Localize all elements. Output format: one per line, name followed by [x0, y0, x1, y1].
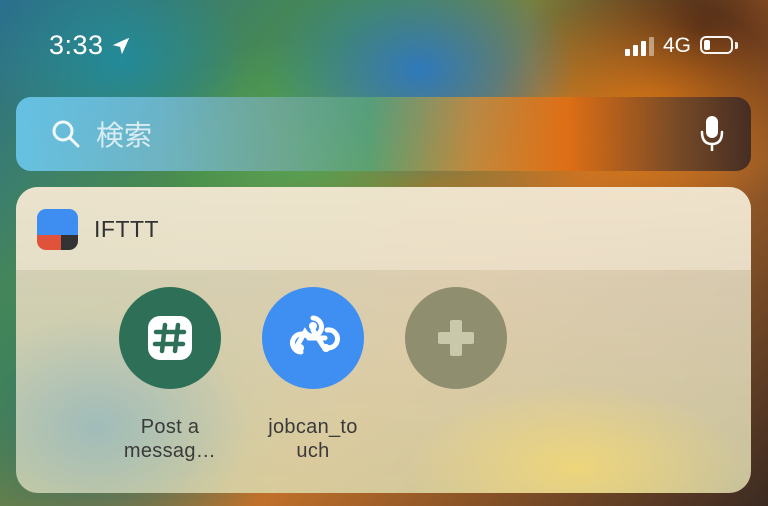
battery-icon	[700, 36, 740, 56]
applet-label: jobcan_to uch	[268, 416, 358, 462]
widget-title: IFTTT	[94, 216, 160, 242]
widget-header[interactable]: IFTTT	[16, 187, 751, 270]
plus-icon	[438, 320, 474, 356]
applet-jobcan-touch[interactable]: jobcan_to uch	[248, 287, 378, 463]
network-type: 4G	[662, 34, 691, 57]
time-label: 3:33	[49, 30, 104, 60]
microphone-icon[interactable]	[699, 115, 725, 153]
location-arrow-icon	[112, 37, 129, 54]
applet-label: Post a messag…	[123, 416, 217, 462]
search-input[interactable]	[94, 115, 678, 155]
status-indicators: 4G	[624, 34, 740, 58]
search-icon	[52, 120, 80, 148]
applet-button[interactable]	[119, 287, 221, 389]
status-bar: 3:33 4G	[0, 0, 768, 90]
ifttt-app-icon	[37, 209, 78, 250]
applet-button[interactable]	[262, 287, 364, 389]
search-bar[interactable]	[16, 97, 751, 171]
add-applet[interactable]	[391, 287, 521, 389]
webhooks-icon	[290, 315, 340, 355]
add-applet-button[interactable]	[405, 287, 507, 389]
ifttt-widget: IFTTT Post a messag… jobcan_to uch	[16, 187, 751, 493]
slack-icon	[148, 316, 192, 360]
applet-post-message[interactable]: Post a messag…	[105, 287, 235, 463]
cellular-signal-icon	[624, 36, 654, 56]
status-time: 3:33	[49, 30, 132, 61]
